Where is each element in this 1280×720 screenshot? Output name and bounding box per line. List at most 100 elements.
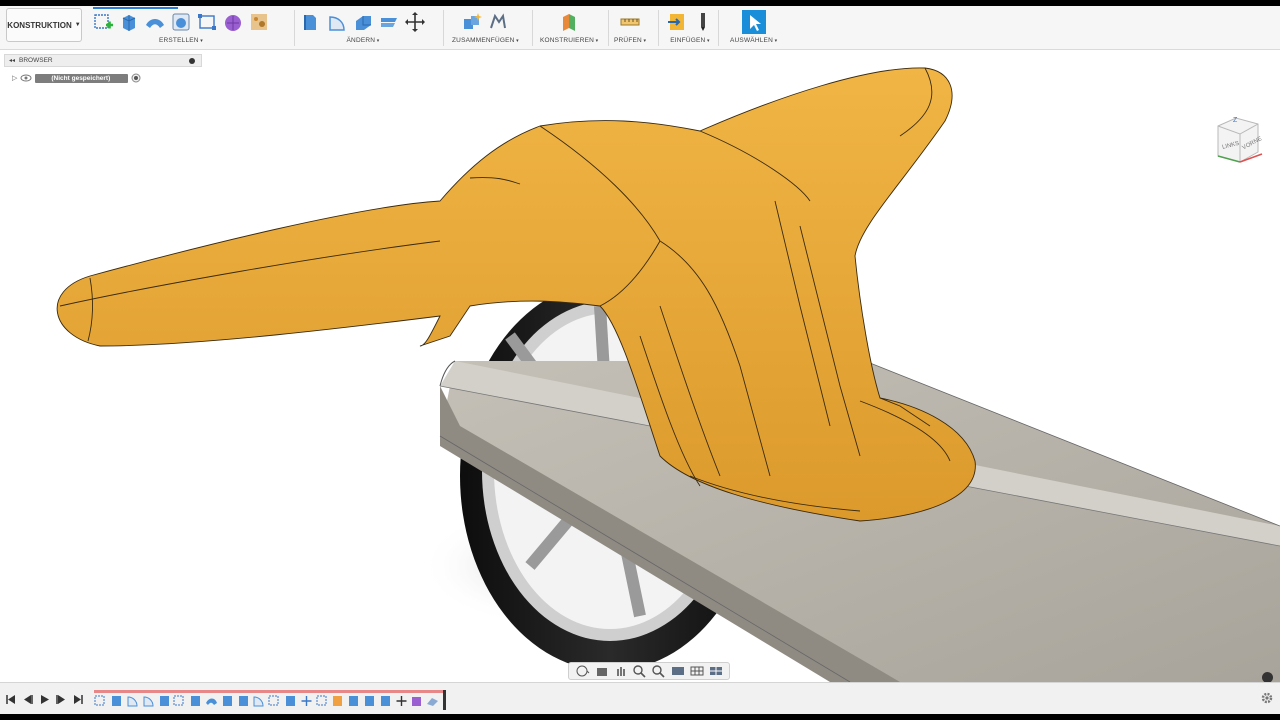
viewports-icon[interactable] [708, 664, 724, 678]
extrude-feature-icon[interactable] [220, 695, 234, 707]
group-label[interactable]: ERSTELLEN ▾ [92, 37, 270, 44]
eye-icon[interactable] [20, 73, 32, 83]
extrude-feature-icon[interactable] [284, 695, 298, 707]
separator [532, 10, 533, 46]
last-icon[interactable] [72, 693, 85, 706]
group-label[interactable]: KONSTRUIEREN ▾ [540, 37, 598, 44]
sketch-feature-icon[interactable] [268, 695, 282, 707]
create-sketch-icon[interactable] [92, 11, 114, 33]
fillet-feature-icon[interactable] [141, 695, 155, 707]
next-icon[interactable] [55, 693, 68, 706]
workspace-label: KONSTRUKTION [7, 20, 72, 30]
sketch-pencil-icon[interactable] [692, 11, 714, 33]
fillet-feature-icon[interactable] [126, 695, 140, 707]
chevron-down-icon: ▼ [74, 22, 81, 28]
extrude-feature-icon[interactable] [189, 695, 203, 707]
sketch-feature-icon[interactable] [94, 695, 108, 707]
form-feature-icon[interactable] [426, 695, 440, 707]
group-konstruieren: KONSTRUIEREN ▾ [540, 9, 598, 49]
insert-icon[interactable] [666, 11, 688, 33]
home-icon[interactable] [594, 664, 610, 678]
extrude-feature-icon[interactable] [110, 695, 124, 707]
extrude-feature-icon[interactable] [347, 695, 361, 707]
fit-icon[interactable] [651, 664, 667, 678]
sweep-icon[interactable] [144, 11, 166, 33]
fillet-feature-icon[interactable] [252, 695, 266, 707]
separator [443, 10, 444, 46]
display-icon[interactable] [670, 664, 686, 678]
group-label[interactable]: PRÜFEN ▾ [614, 37, 646, 44]
extrude-icon[interactable] [118, 11, 140, 33]
group-erstellen: ERSTELLEN ▾ [92, 9, 270, 49]
viewcube[interactable]: LINKS VORNE Z [1212, 112, 1268, 173]
extrude-feature-icon[interactable] [157, 695, 171, 707]
extrude-feature-icon[interactable] [236, 695, 250, 707]
split-icon[interactable] [378, 11, 400, 33]
fillet-icon[interactable] [326, 11, 348, 33]
group-aendern: ÄNDERN ▾ [300, 9, 426, 49]
canvas-viewport[interactable]: LINKS VORNE Z [0, 50, 1280, 683]
move-feature-icon[interactable] [299, 695, 313, 707]
group-label[interactable]: AUSWÄHLEN ▾ [730, 37, 777, 44]
form-feature-icon[interactable] [410, 695, 424, 707]
browser-title: BROWSER [19, 57, 53, 64]
separator [294, 10, 295, 46]
shell-icon[interactable] [352, 11, 374, 33]
move-feature-icon[interactable] [394, 695, 408, 707]
separator [658, 10, 659, 46]
app-window: KONSTRUKTION ▼ ERSTELLEN ▾ ÄNDERN ▾ ZUSA… [0, 6, 1280, 714]
timeline-bar [94, 690, 446, 693]
zoom-icon[interactable] [632, 664, 648, 678]
browser-item-document[interactable]: ▷ (Nicht gespeichert) [12, 72, 141, 84]
sweep-feature-icon[interactable] [205, 695, 219, 707]
model-render[interactable] [0, 50, 1280, 683]
timeline-features [94, 695, 440, 707]
expand-arrow-icon[interactable]: ▷ [12, 74, 17, 82]
collapse-icon[interactable]: ◂◂ [9, 57, 15, 64]
prev-icon[interactable] [21, 693, 34, 706]
decal-icon[interactable] [248, 11, 270, 33]
pin-icon[interactable] [189, 58, 195, 64]
group-pruefen: PRÜFEN ▾ [614, 9, 646, 49]
group-label[interactable]: EINFÜGEN ▾ [666, 37, 714, 44]
group-label[interactable]: ZUSAMMENFÜGEN ▾ [452, 37, 519, 44]
sketch-feature-icon[interactable] [315, 695, 329, 707]
shell-feature-icon[interactable] [331, 695, 345, 707]
measure-icon[interactable] [619, 11, 641, 33]
timeline-controls [4, 693, 85, 706]
revolve-icon[interactable] [170, 11, 192, 33]
navigation-bar [568, 662, 730, 680]
viewcube-axis-label: Z [1233, 117, 1238, 124]
plane-icon[interactable] [558, 11, 580, 33]
joint-icon[interactable] [487, 11, 509, 33]
timeline-track[interactable] [94, 690, 446, 710]
first-icon[interactable] [4, 693, 17, 706]
browser-panel-header[interactable]: ◂◂ BROWSER [4, 54, 202, 67]
press-pull-icon[interactable] [300, 11, 322, 33]
select-icon[interactable] [741, 9, 767, 35]
extrude-feature-icon[interactable] [378, 695, 392, 707]
rectangle-icon[interactable] [196, 11, 218, 33]
record-icon[interactable] [131, 73, 141, 83]
play-icon[interactable] [38, 693, 51, 706]
timeline-marker[interactable] [443, 690, 446, 710]
timeline [0, 682, 1280, 714]
separator [718, 10, 719, 46]
new-component-icon[interactable] [461, 11, 483, 33]
group-label[interactable]: ÄNDERN ▾ [300, 37, 426, 44]
sketch-feature-icon[interactable] [173, 695, 187, 707]
extrude-feature-icon[interactable] [363, 695, 377, 707]
grid-icon[interactable] [689, 664, 705, 678]
workspace-dropdown[interactable]: KONSTRUKTION ▼ [6, 8, 82, 42]
form-icon[interactable] [222, 11, 244, 33]
group-auswaehlen: AUSWÄHLEN ▾ [730, 9, 777, 49]
gear-icon[interactable] [1260, 691, 1274, 710]
group-einfuegen: EINFÜGEN ▾ [666, 9, 714, 49]
move-icon[interactable] [404, 11, 426, 33]
document-name: (Nicht gespeichert) [35, 73, 129, 83]
separator [608, 10, 609, 46]
toolbar: KONSTRUKTION ▼ ERSTELLEN ▾ ÄNDERN ▾ ZUSA… [0, 6, 1280, 50]
pan-icon[interactable] [613, 664, 629, 678]
orbit-icon[interactable] [575, 664, 591, 678]
group-zusammenfuegen: ZUSAMMENFÜGEN ▾ [452, 9, 519, 49]
